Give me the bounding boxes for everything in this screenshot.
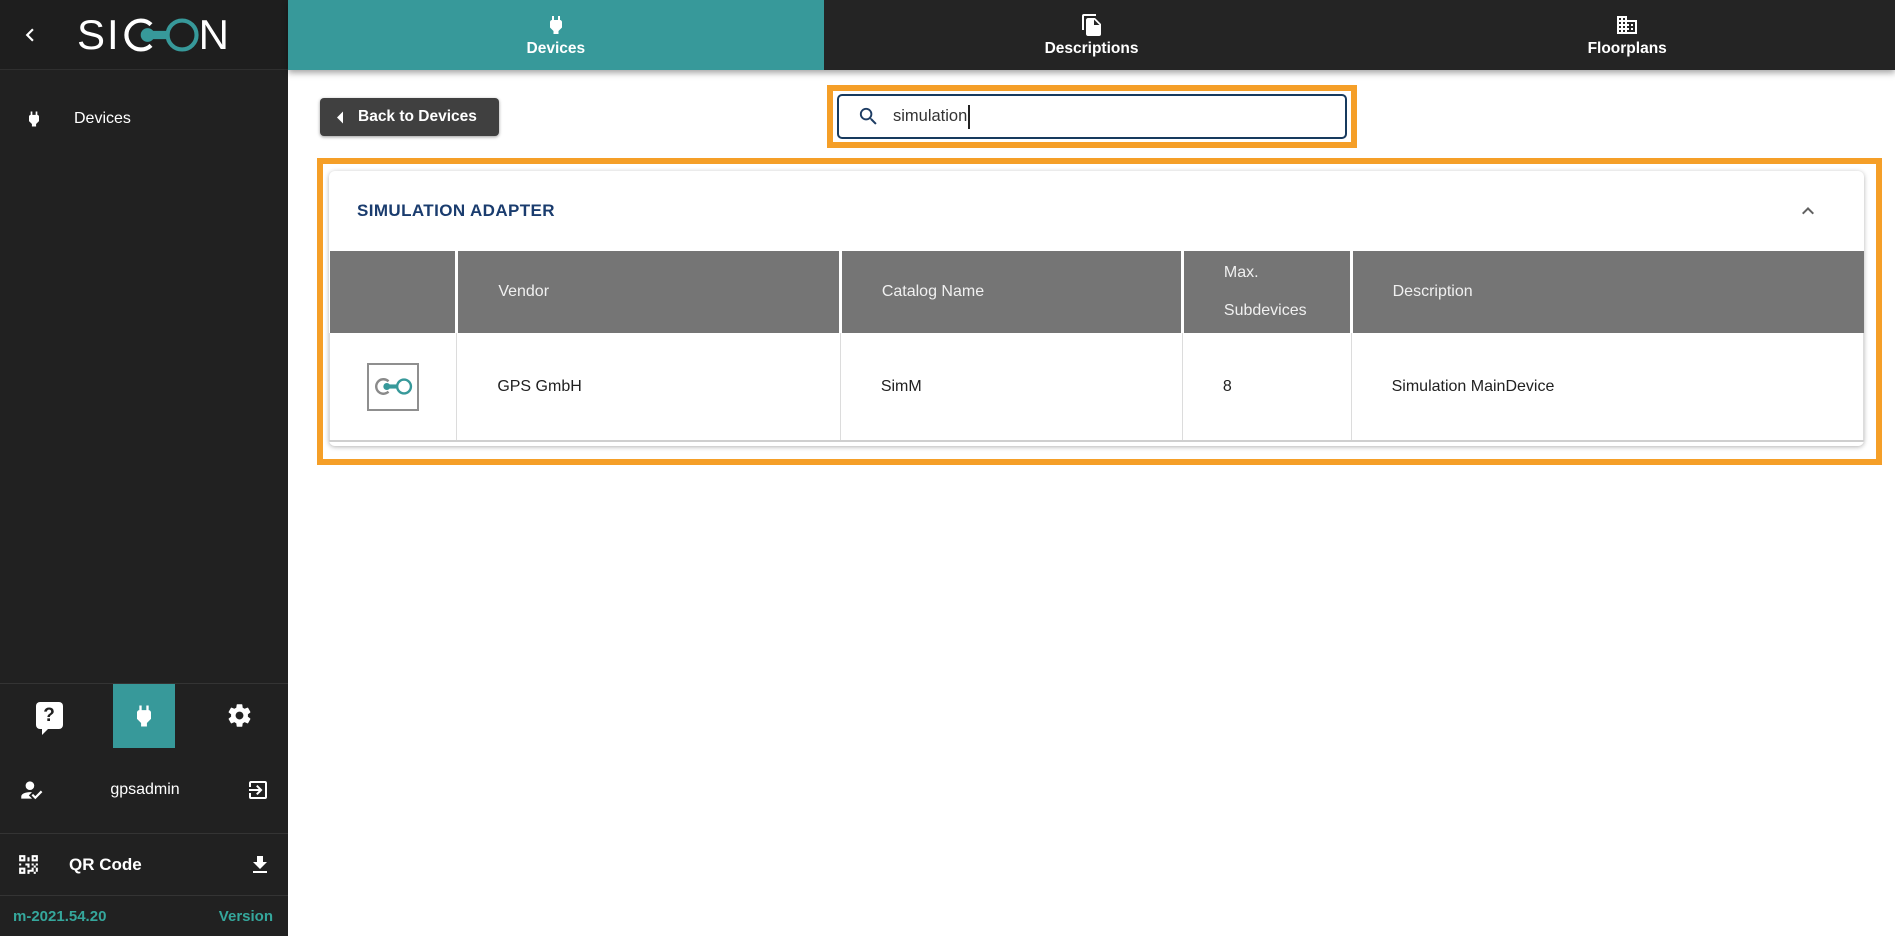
table-header-row: Vendor Catalog Name Max. Subdevices Desc… [330, 251, 1864, 333]
download-icon[interactable] [248, 853, 272, 877]
logout-icon[interactable] [246, 778, 270, 802]
sidebar: SI N Devices ? [0, 0, 288, 936]
username-label: gpsadmin [110, 781, 179, 799]
description-cell: Simulation MainDevice [1351, 333, 1863, 441]
panel-title: SIMULATION ADAPTER [357, 201, 555, 221]
simulation-adapter-panel: SIMULATION ADAPTER Vendor Catalog Name [329, 171, 1864, 446]
tab-floorplans[interactable]: Floorplans [1359, 0, 1895, 70]
table-highlight-box: SIMULATION ADAPTER Vendor Catalog Name [317, 158, 1882, 465]
logo-text-prefix: SI [77, 11, 121, 59]
qr-code-icon [16, 852, 41, 877]
chevron-up-icon[interactable] [1796, 199, 1820, 223]
back-button-label: Back to Devices [358, 108, 477, 126]
devices-mode-button[interactable] [113, 684, 175, 748]
plug-icon [24, 109, 44, 129]
version-value: m-2021.54.20 [13, 908, 106, 925]
sidebar-toolbar: ? [0, 683, 288, 747]
sicon-logo: SI N [48, 11, 278, 59]
search-input[interactable]: simulation [837, 94, 1347, 139]
adapter-table: Vendor Catalog Name Max. Subdevices Desc… [329, 251, 1864, 442]
plug-icon [544, 13, 568, 37]
sidebar-item-devices[interactable]: Devices [0, 94, 288, 144]
sidebar-spacer [0, 144, 288, 683]
sidebar-header: SI N [0, 0, 288, 70]
collapse-sidebar-icon[interactable] [12, 17, 48, 53]
table-row[interactable]: GPS GmbH SimM 8 Simulation MainDevice [330, 333, 1864, 441]
col-header-description: Description [1351, 251, 1863, 333]
building-icon [1615, 13, 1639, 37]
tab-devices[interactable]: Devices [288, 0, 824, 70]
catalog-name-cell: SimM [840, 333, 1182, 441]
help-icon: ? [36, 702, 63, 729]
device-type-icon [367, 363, 419, 411]
text-cursor [968, 105, 970, 129]
main-area: Devices Descriptions Floorplans Back to … [288, 0, 1895, 936]
vendor-cell: GPS GmbH [457, 333, 841, 441]
help-button[interactable]: ? [18, 684, 80, 748]
version-row: m-2021.54.20 Version [0, 895, 288, 936]
tab-label: Floorplans [1588, 40, 1667, 58]
documents-icon [1080, 13, 1104, 37]
col-header-icon [330, 251, 457, 333]
col-header-vendor: Vendor [457, 251, 841, 333]
search-highlight-box: simulation [827, 85, 1357, 148]
version-label: Version [219, 908, 273, 925]
back-to-devices-button[interactable]: Back to Devices [320, 98, 499, 136]
qr-code-row[interactable]: QR Code [0, 833, 288, 895]
user-check-icon [18, 777, 44, 803]
device-icon-cell [330, 333, 457, 441]
logo-text-suffix: N [199, 11, 231, 59]
tab-label: Descriptions [1045, 40, 1139, 58]
back-arrow-icon [336, 111, 344, 124]
gear-icon [226, 702, 253, 729]
settings-button[interactable] [208, 684, 270, 748]
top-tab-bar: Devices Descriptions Floorplans [288, 0, 1895, 70]
panel-header[interactable]: SIMULATION ADAPTER [329, 171, 1864, 251]
search-icon [857, 105, 880, 128]
plug-icon [130, 702, 158, 730]
user-row: gpsadmin [0, 747, 288, 833]
tab-label: Devices [527, 40, 586, 58]
sidebar-item-label: Devices [74, 110, 131, 128]
col-header-catalog-name: Catalog Name [840, 251, 1182, 333]
col-header-max-subdevices: Max. Subdevices [1182, 251, 1351, 333]
content-area: Back to Devices simulation SIMULATION AD… [288, 70, 1895, 936]
search-query-text: simulation [893, 107, 967, 126]
tab-descriptions[interactable]: Descriptions [824, 0, 1360, 70]
max-subdevices-cell: 8 [1182, 333, 1351, 441]
logo-mark-icon [120, 14, 200, 56]
app-window: SI N Devices ? [0, 0, 1895, 936]
qr-code-label: QR Code [69, 855, 142, 875]
